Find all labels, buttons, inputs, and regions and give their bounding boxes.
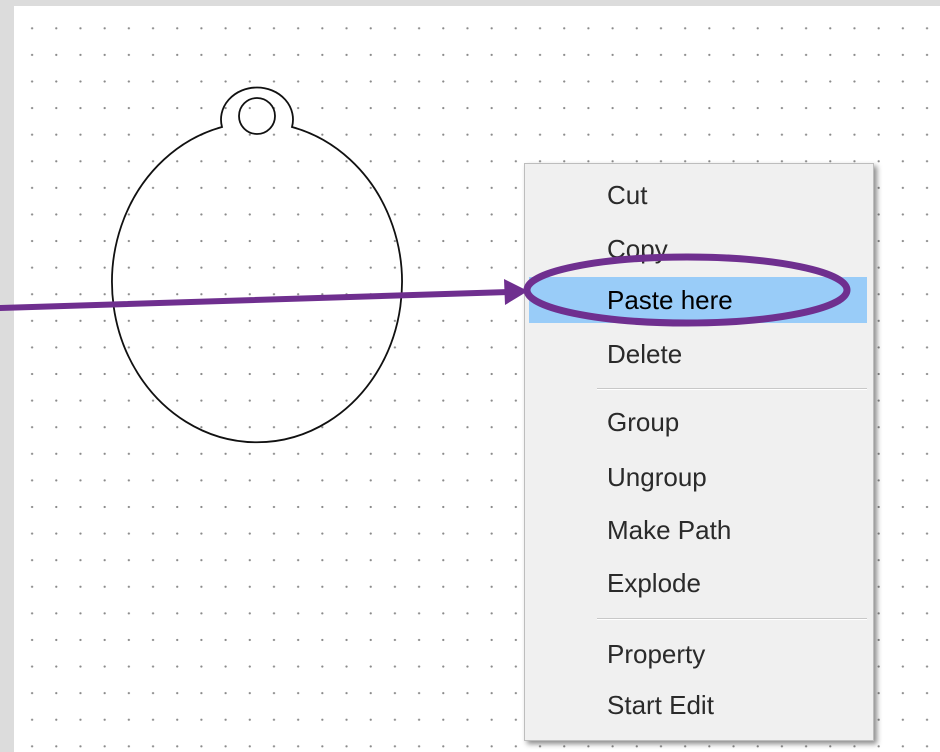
pendant-hole bbox=[238, 97, 276, 135]
menu-item-start-edit[interactable]: Start Edit bbox=[529, 682, 867, 728]
menu-item-explode[interactable]: Explode bbox=[529, 560, 867, 606]
menu-item-cut[interactable]: Cut bbox=[529, 172, 867, 218]
menu-item-paste-here[interactable]: Paste here bbox=[529, 277, 867, 323]
pendant-outline bbox=[111, 86, 403, 444]
menu-item-make-path[interactable]: Make Path bbox=[529, 507, 867, 553]
context-menu: Cut Copy Paste here Delete Group Ungroup… bbox=[524, 163, 874, 741]
menu-item-ungroup[interactable]: Ungroup bbox=[529, 454, 867, 500]
menu-item-property[interactable]: Property bbox=[529, 631, 867, 677]
menu-separator bbox=[597, 618, 867, 620]
menu-separator bbox=[597, 388, 867, 390]
menu-item-delete[interactable]: Delete bbox=[529, 331, 867, 377]
menu-item-group[interactable]: Group bbox=[529, 399, 867, 445]
menu-item-copy[interactable]: Copy bbox=[529, 226, 867, 272]
